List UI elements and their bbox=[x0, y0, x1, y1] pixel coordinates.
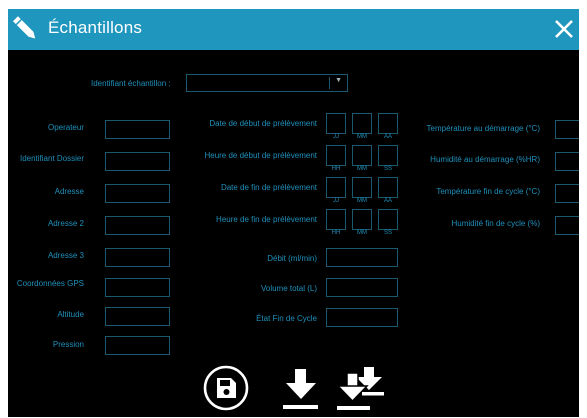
total-volume-label: Volume total (L) bbox=[260, 284, 317, 293]
start-time-second-box[interactable] bbox=[378, 145, 398, 166]
end-time-second-box[interactable] bbox=[378, 209, 398, 230]
unit-label: AA bbox=[383, 134, 392, 140]
unit-label: MM bbox=[357, 198, 367, 204]
end-humidity-label: Humidité fin de cycle (%) bbox=[451, 219, 540, 228]
folder-id-label: Identifiant Dossier bbox=[19, 154, 84, 163]
unit-label: JJ bbox=[333, 134, 339, 140]
select-separator bbox=[329, 77, 330, 89]
start-humidity-field[interactable] bbox=[555, 152, 579, 171]
start-temperature-field[interactable] bbox=[555, 120, 579, 139]
sample-id-select[interactable]: ▼ bbox=[186, 74, 348, 92]
start-date-label: Date de début de prélèvement bbox=[209, 119, 317, 128]
sample-id-label: Identifiant échantillon : bbox=[91, 79, 171, 88]
download-all-button[interactable] bbox=[336, 365, 386, 417]
end-temperature-label: Température fin de cycle (°C) bbox=[436, 187, 540, 196]
start-date-day-box[interactable] bbox=[326, 113, 346, 134]
operator-field[interactable] bbox=[105, 120, 170, 139]
end-cycle-state-field[interactable] bbox=[326, 308, 398, 327]
address-3-label: Adresse 3 bbox=[47, 251, 84, 260]
end-date-label: Date de fin de prélèvement bbox=[220, 183, 317, 192]
save-button[interactable] bbox=[203, 365, 249, 416]
address-field[interactable] bbox=[105, 184, 170, 203]
flow-rate-label: Débit (ml/min) bbox=[267, 254, 317, 263]
end-cycle-state-label: État Fin de Cycle bbox=[256, 314, 317, 323]
title-bar: Échantillons bbox=[8, 9, 579, 50]
close-icon[interactable] bbox=[554, 19, 574, 44]
end-time-hour-box[interactable] bbox=[326, 209, 346, 230]
end-date-year-box[interactable] bbox=[378, 177, 398, 198]
start-humidity-label: Humidité au démarrage (%HR) bbox=[430, 155, 540, 164]
start-date-year-box[interactable] bbox=[378, 113, 398, 134]
unit-label: MM bbox=[357, 230, 367, 236]
download-icon bbox=[283, 369, 318, 409]
unit-label: SS bbox=[383, 166, 392, 172]
unit-label: MM bbox=[357, 134, 367, 140]
window-title: Échantillons bbox=[48, 18, 143, 37]
altitude-field[interactable] bbox=[105, 307, 170, 326]
end-date-day-box[interactable] bbox=[326, 177, 346, 198]
end-date-month-box[interactable] bbox=[352, 177, 372, 198]
unit-label: MM bbox=[357, 166, 367, 172]
download-button[interactable] bbox=[282, 367, 320, 417]
unit-label: JJ bbox=[333, 198, 339, 204]
gps-label: Coordonnées GPS bbox=[16, 279, 84, 288]
end-time-label: Heure de fin de prélèvement bbox=[216, 215, 317, 224]
address-2-field[interactable] bbox=[105, 216, 170, 235]
end-time-minute-box[interactable] bbox=[352, 209, 372, 230]
start-time-label: Heure de début de prélèvement bbox=[204, 151, 317, 160]
download-all-icon bbox=[336, 367, 384, 410]
address-3-field[interactable] bbox=[105, 248, 170, 267]
total-volume-field[interactable] bbox=[326, 278, 398, 297]
chevron-down-icon[interactable]: ▼ bbox=[335, 77, 342, 84]
end-humidity-field[interactable] bbox=[555, 216, 579, 235]
address-2-label: Adresse 2 bbox=[47, 219, 84, 228]
operator-label: Operateur bbox=[47, 123, 84, 132]
flow-rate-field[interactable] bbox=[326, 248, 398, 267]
samples-window: Échantillons Identifiant échantillon : ▼… bbox=[8, 9, 579, 417]
address-label: Adresse bbox=[54, 187, 84, 196]
pressure-field[interactable] bbox=[105, 336, 170, 355]
unit-label: SS bbox=[383, 230, 392, 236]
gps-field[interactable] bbox=[105, 278, 170, 297]
altitude-label: Altitude bbox=[57, 310, 84, 319]
start-time-hour-box[interactable] bbox=[326, 145, 346, 166]
unit-label: AA bbox=[383, 198, 392, 204]
folder-id-field[interactable] bbox=[105, 152, 170, 171]
start-date-month-box[interactable] bbox=[352, 113, 372, 134]
save-icon bbox=[203, 365, 249, 411]
start-time-minute-box[interactable] bbox=[352, 145, 372, 166]
start-temperature-label: Température au démarrage (°C) bbox=[426, 124, 540, 133]
pencil-icon bbox=[10, 13, 40, 50]
end-temperature-field[interactable] bbox=[555, 184, 579, 203]
unit-label: HH bbox=[331, 166, 341, 172]
unit-label: HH bbox=[331, 230, 341, 236]
pressure-label: Pression bbox=[52, 340, 84, 349]
